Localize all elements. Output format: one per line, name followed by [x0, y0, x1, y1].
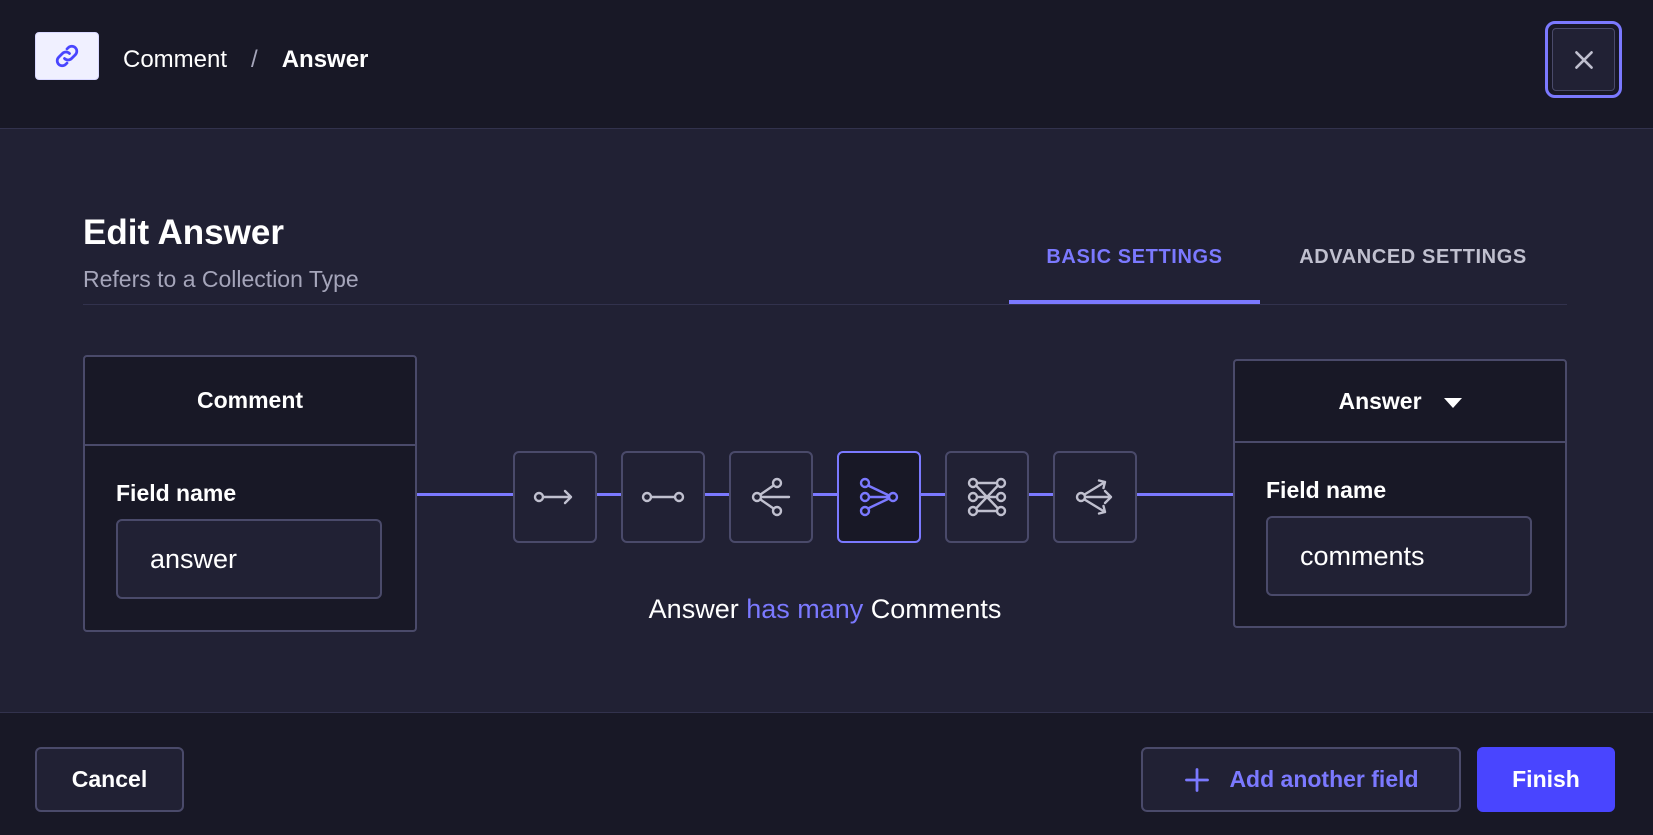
page-title: Edit Answer	[83, 213, 284, 252]
target-field-name-input[interactable]	[1266, 516, 1532, 596]
tabs-divider	[83, 304, 1567, 305]
source-collection-name: Comment	[85, 357, 415, 446]
target-field-name-label: Field name	[1266, 477, 1387, 503]
one-to-many-relation-icon	[751, 477, 791, 517]
one-to-many-relation-button[interactable]	[729, 451, 813, 543]
source-field-name-label: Field name	[116, 480, 237, 506]
many-to-one-relation-button[interactable]	[837, 451, 921, 543]
source-collection-card: Comment Field name	[83, 355, 417, 632]
breadcrumb-separator: /	[251, 46, 258, 73]
breadcrumb-item-answer: Answer	[281, 46, 369, 73]
target-collection-name: Answer	[1338, 387, 1422, 414]
many-to-many-relation-button[interactable]	[945, 451, 1029, 543]
tab-basic-settings[interactable]: BASIC SETTINGS	[1009, 230, 1260, 304]
source-field-name-input[interactable]	[116, 519, 382, 599]
target-collection-select[interactable]: Answer	[1235, 361, 1565, 443]
cancel-button[interactable]: Cancel	[35, 747, 184, 812]
add-another-field-label: Add another field	[1229, 766, 1419, 792]
many-way-relation-button[interactable]	[1053, 451, 1137, 543]
link-icon	[35, 32, 99, 80]
modal-footer: Cancel Add another field Finish	[0, 712, 1653, 835]
target-collection-card: Answer Field name	[1233, 359, 1567, 628]
close-icon	[1552, 28, 1615, 91]
relation-verb: has many	[746, 594, 864, 624]
breadcrumb: Comment / Answer	[123, 44, 368, 76]
many-to-many-relation-icon	[967, 477, 1007, 517]
one-to-one-relation-button[interactable]	[621, 451, 705, 543]
edit-relation-modal: Comment / Answer Edit Answer Refers to a…	[0, 0, 1653, 835]
many-way-relation-icon	[1075, 479, 1113, 515]
caret-down-icon	[1443, 397, 1462, 408]
close-button[interactable]	[1545, 21, 1622, 98]
one-to-one-relation-icon	[641, 491, 685, 503]
relation-description: Answer has many Comments	[417, 592, 1233, 626]
page-subtitle: Refers to a Collection Type	[83, 266, 359, 292]
one-way-relation-icon	[533, 489, 573, 505]
tab-advanced-settings[interactable]: ADVANCED SETTINGS	[1272, 230, 1554, 304]
add-another-field-button[interactable]: Add another field	[1141, 747, 1461, 812]
many-to-one-relation-icon	[859, 477, 899, 517]
one-way-relation-button[interactable]	[513, 451, 597, 543]
plus-icon	[1183, 766, 1211, 794]
relation-subject: Answer	[648, 594, 739, 624]
breadcrumb-item-comment: Comment	[123, 46, 228, 73]
finish-button[interactable]: Finish	[1477, 747, 1615, 812]
modal-header: Comment / Answer	[0, 0, 1653, 129]
relation-object: Comments	[870, 594, 1002, 624]
